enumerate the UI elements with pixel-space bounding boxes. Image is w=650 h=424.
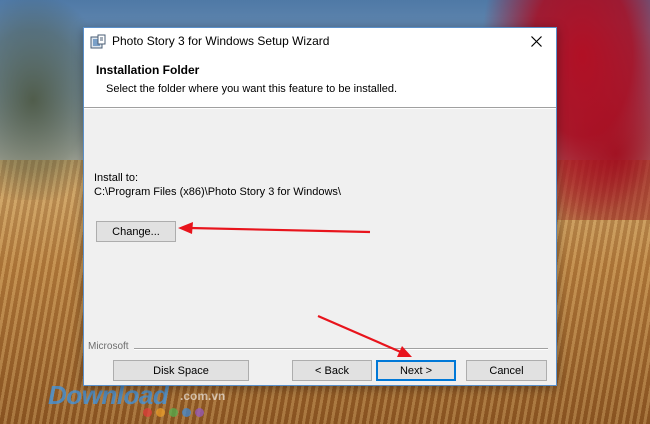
page-description: Select the folder where you want this fe… — [106, 83, 398, 95]
watermark-domain: .com.vn — [180, 389, 226, 403]
change-button[interactable]: Change... — [96, 221, 176, 242]
install-to-label: Install to: — [94, 172, 139, 184]
disk-space-button[interactable]: Disk Space — [113, 360, 249, 381]
title-bar[interactable]: Photo Story 3 for Windows Setup Wizard — [84, 28, 556, 55]
page-title: Installation Folder — [96, 63, 200, 77]
install-path-value: C:\Program Files (x86)\Photo Story 3 for… — [94, 186, 341, 198]
microsoft-brand-label: Microsoft — [88, 341, 129, 352]
next-button[interactable]: Next > — [376, 360, 456, 381]
installer-icon — [90, 34, 106, 50]
back-button[interactable]: < Back — [292, 360, 372, 381]
setup-wizard-window: Photo Story 3 for Windows Setup Wizard I… — [83, 27, 557, 386]
header-divider-highlight — [84, 108, 556, 109]
close-icon — [530, 36, 542, 47]
cancel-button[interactable]: Cancel — [466, 360, 547, 381]
watermark-dots — [143, 408, 253, 418]
footer-divider-highlight — [134, 349, 548, 350]
window-title: Photo Story 3 for Windows Setup Wizard — [112, 34, 330, 48]
close-button[interactable] — [516, 28, 556, 55]
